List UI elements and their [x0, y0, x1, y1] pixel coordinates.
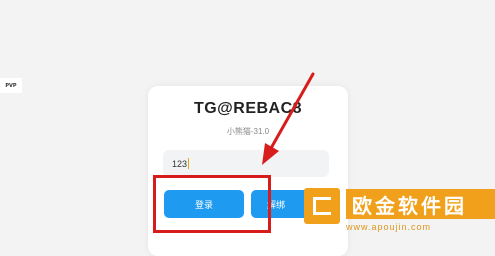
watermark: 欧金软件园 www.apoujin.com [302, 186, 495, 237]
brand-logo-icon [304, 188, 340, 224]
watermark-brand: 欧金软件园 [346, 189, 495, 219]
watermark-url: www.apoujin.com [346, 222, 432, 232]
